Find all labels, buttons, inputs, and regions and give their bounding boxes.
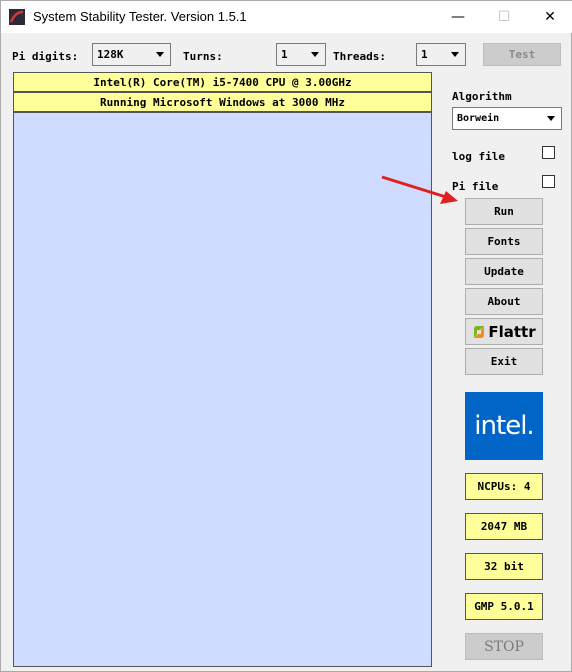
maximize-button[interactable]: ☐ (481, 1, 527, 33)
red-arrow-annotation (381, 175, 458, 204)
algorithm-select[interactable]: Borwein (452, 107, 562, 130)
flattr-label: Flattr (488, 322, 536, 341)
ncpus-badge: NCPUs: 4 (465, 473, 543, 500)
pi-digits-value: 128K (97, 48, 124, 61)
algorithm-label: Algorithm (452, 90, 512, 103)
app-window: System Stability Tester. Version 1.5.1 —… (0, 0, 572, 672)
log-file-checkbox[interactable] (542, 146, 555, 159)
turns-select[interactable]: 1 (276, 43, 326, 66)
intel-logo: intel. (465, 392, 543, 460)
pi-file-checkbox[interactable] (542, 175, 555, 188)
os-info-banner: Running Microsoft Windows at 3000 MHz (13, 92, 432, 112)
stop-button[interactable]: STOP (465, 633, 543, 660)
chevron-down-icon (311, 52, 319, 57)
chevron-down-icon (156, 52, 164, 57)
gmp-badge: GMP 5.0.1 (465, 593, 543, 620)
close-icon: ✕ (544, 9, 556, 25)
threads-select[interactable]: 1 (416, 43, 466, 66)
chevron-down-icon (547, 116, 555, 121)
pi-digits-label: Pi digits: (12, 50, 79, 63)
window-title: System Stability Tester. Version 1.5.1 (33, 9, 247, 24)
threads-value: 1 (421, 48, 428, 61)
maximize-icon: ☐ (497, 9, 511, 25)
turns-value: 1 (281, 48, 288, 61)
about-button[interactable]: About (465, 288, 543, 315)
test-button[interactable]: Test (483, 43, 561, 66)
turns-label: Turns: (183, 50, 223, 63)
app-icon (9, 9, 25, 25)
bits-badge: 32 bit (465, 553, 543, 580)
minimize-button[interactable]: — (435, 1, 481, 33)
output-panel[interactable] (13, 112, 432, 667)
run-button[interactable]: Run (465, 198, 543, 225)
memory-badge: 2047 MB (465, 513, 543, 540)
algorithm-value: Borwein (457, 113, 500, 124)
update-button[interactable]: Update (465, 258, 543, 285)
chevron-down-icon (451, 52, 459, 57)
threads-label: Threads: (333, 50, 386, 63)
fonts-button[interactable]: Fonts (465, 228, 543, 255)
cpu-info-banner: Intel(R) Core(TM) i5-7400 CPU @ 3.00GHz (13, 72, 432, 92)
pi-digits-select[interactable]: 128K (92, 43, 171, 66)
log-file-label: log file (452, 150, 505, 163)
exit-button[interactable]: Exit (465, 348, 543, 375)
close-button[interactable]: ✕ (527, 1, 572, 33)
flattr-button[interactable]: Flattr (465, 318, 543, 345)
flattr-icon (474, 325, 485, 338)
minimize-icon: — (451, 9, 465, 25)
title-bar: System Stability Tester. Version 1.5.1 —… (1, 1, 572, 33)
